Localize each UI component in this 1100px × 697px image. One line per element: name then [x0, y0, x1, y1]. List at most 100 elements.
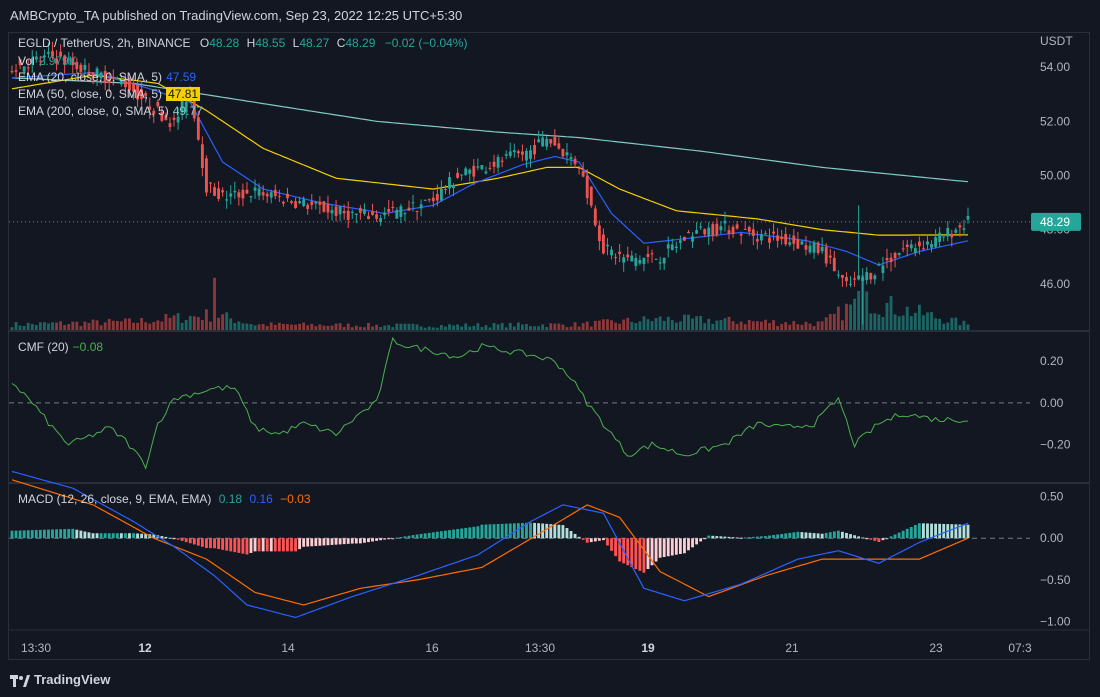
volume-bar	[492, 323, 496, 330]
macd-hist-bar	[553, 524, 557, 539]
volume-bar	[229, 318, 233, 330]
ema20-legend[interactable]: EMA (20, close, 0, SMA, 5) 47.59	[18, 70, 196, 84]
candle-body	[913, 248, 917, 254]
volume-bar	[913, 312, 917, 330]
macd-hist-bar	[484, 524, 488, 539]
volume-bar	[464, 323, 468, 330]
candle-body	[281, 201, 285, 204]
candle-body	[512, 150, 516, 153]
candle-body	[885, 257, 889, 261]
volume-label: Vol	[18, 54, 35, 68]
volume-bar	[553, 323, 557, 330]
volume-bar	[885, 302, 889, 330]
volume-bar	[670, 320, 674, 330]
candle-body	[942, 236, 946, 238]
volume-bar	[22, 325, 26, 330]
price-axis-unit: USDT	[1040, 34, 1073, 48]
volume-bar	[646, 319, 650, 330]
volume-bar	[306, 325, 310, 330]
volume-bar	[966, 324, 970, 330]
open-label: O	[199, 36, 210, 50]
volume-bar	[375, 324, 378, 330]
candle-body	[277, 195, 281, 197]
macd-hist-bar	[764, 536, 767, 539]
volume-bar	[221, 314, 225, 330]
macd-hist-bar	[820, 533, 824, 539]
macd-hist-bar	[233, 538, 237, 553]
volume-bar	[448, 324, 451, 330]
candle-body	[755, 239, 759, 242]
volume-bar	[541, 324, 545, 330]
macd-hist-bar	[213, 538, 216, 549]
last-price-label: 48.29	[1040, 215, 1070, 229]
macd-hist-bar	[180, 538, 184, 541]
candle-body	[249, 196, 253, 198]
macd-hist-bar	[383, 538, 387, 540]
volume-bar	[719, 320, 723, 330]
macd-hist-bar	[889, 536, 893, 539]
volume-bar	[205, 309, 208, 330]
tradingview-logo[interactable]: TradingView	[10, 672, 110, 687]
candle-body	[553, 136, 557, 146]
macd-hist-bar	[593, 538, 597, 542]
volume-bar	[873, 313, 877, 330]
candle-body	[650, 253, 654, 255]
macd-hist-bar	[294, 538, 297, 552]
macd-hist-bar	[897, 532, 901, 539]
candle-body	[626, 254, 630, 258]
macd-hist-bar	[687, 538, 690, 551]
macd-hist-bar	[55, 529, 58, 539]
macd-hist-bar	[678, 538, 682, 554]
volume-bar	[277, 322, 281, 330]
volume-bar	[626, 317, 630, 330]
volume-bar	[597, 320, 601, 330]
macd-hist-bar	[537, 523, 541, 539]
candle-body	[889, 257, 893, 263]
candle-body	[573, 158, 577, 165]
macd-hist-bar	[832, 531, 836, 539]
macd-hist-bar	[229, 538, 233, 552]
macd-hist-value: 0.18	[218, 492, 243, 506]
volume-bar	[310, 323, 314, 330]
volume-bar	[34, 324, 38, 330]
volume-bar	[196, 317, 200, 330]
volume-bar	[95, 320, 99, 330]
volume-bar	[561, 324, 565, 330]
candle-body	[460, 174, 464, 176]
macd-hist-bar	[776, 534, 780, 539]
volume-bar	[804, 321, 808, 330]
time-axis-tick: 21	[785, 641, 799, 655]
volume-value: 2.979K	[38, 54, 77, 68]
candle-body	[233, 190, 237, 193]
candle-body	[610, 249, 613, 256]
symbol-name[interactable]: EGLD / TetherUS, 2h, BINANCE	[18, 36, 191, 50]
volume-legend[interactable]: Vol 2.979K	[18, 54, 77, 68]
volume-bar	[650, 321, 654, 330]
volume-bar	[772, 320, 775, 330]
candle-body	[253, 187, 257, 191]
macd-hist-bar	[658, 538, 662, 558]
cmf-legend[interactable]: CMF (20) −0.08	[18, 340, 103, 354]
volume-bar	[367, 322, 370, 330]
candle-body	[306, 204, 310, 210]
candle-body	[792, 235, 796, 244]
volume-bar	[281, 323, 285, 330]
macd-hist-bar	[772, 535, 775, 539]
macd-hist-bar	[209, 538, 212, 549]
macd-legend[interactable]: MACD (12, 26, close, 9, EMA, EMA) 0.18 0…	[18, 492, 311, 506]
ema200-legend[interactable]: EMA (200, close, 0, SMA, 5) 49.77	[18, 104, 203, 118]
macd-hist-bar	[71, 528, 75, 539]
volume-bar	[395, 323, 399, 330]
macd-hist-bar	[188, 538, 192, 544]
candle-body	[221, 190, 225, 193]
ema50-legend[interactable]: EMA (50, close, 0, SMA, 5) 47.81	[18, 87, 201, 101]
candle-body	[326, 204, 330, 213]
macd-hist-bar	[836, 530, 840, 539]
macd-hist-bar	[265, 538, 269, 552]
macd-hist-bar	[403, 536, 407, 539]
candle-body	[926, 241, 929, 245]
volume-bar	[47, 323, 50, 330]
volume-bar	[747, 320, 751, 330]
candle-body	[719, 226, 723, 231]
volume-bar	[638, 321, 642, 330]
